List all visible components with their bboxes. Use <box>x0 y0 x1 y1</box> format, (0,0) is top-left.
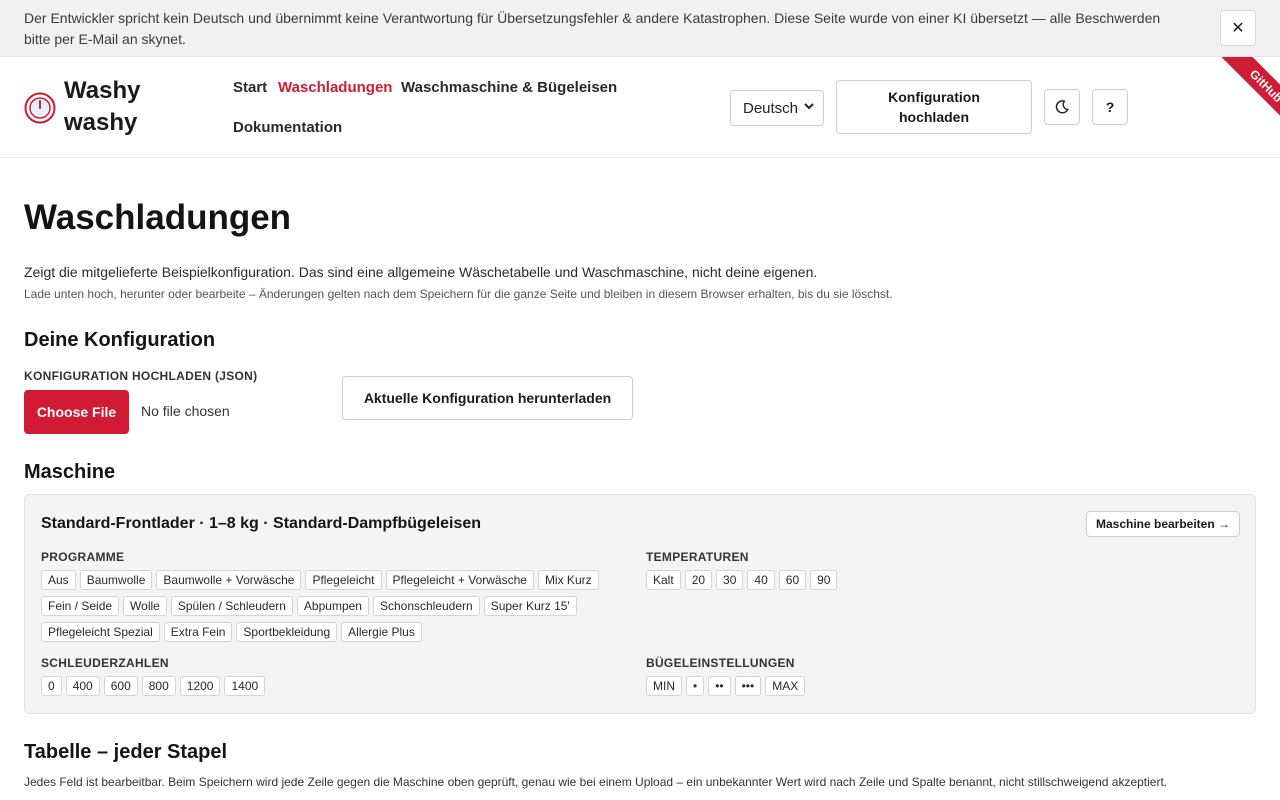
program-chip: Abpumpen <box>296 596 369 616</box>
table-heading: Tabelle – jeder Stapel <box>24 741 228 763</box>
spin-speed-chip: 1400 <box>224 676 266 696</box>
banner-close-button[interactable]: ✕ <box>1220 10 1256 46</box>
program-chip: Schonschleudern <box>372 596 480 616</box>
program-chip: Spülen / Schleudern <box>170 596 293 616</box>
temperature-chip: Kalt <box>646 570 681 590</box>
program-chip: Extra Fein <box>163 622 233 642</box>
program-chip: Pflegeleicht <box>305 570 382 590</box>
close-icon: ✕ <box>1231 20 1245 37</box>
upload-config-line-2: hochladen <box>898 109 969 125</box>
spin-speed-chip: 400 <box>65 676 100 696</box>
spin-speed-chip: 1200 <box>179 676 221 696</box>
spin-speeds-list: 0 400 600 800 1200 1400 <box>41 676 641 696</box>
iron-setting-chip: ••• <box>734 676 762 696</box>
program-chip: Wolle <box>123 596 167 616</box>
temperature-chip: 60 <box>778 570 807 590</box>
iron-settings-label: BÜGELEINSTELLUNGEN <box>646 656 795 670</box>
choose-file-button[interactable]: Choose File <box>24 390 129 434</box>
language-select[interactable]: Deutsch <box>730 90 824 126</box>
language-select-value: Deutsch <box>743 99 799 117</box>
iron-settings-list: MIN • •• ••• MAX <box>646 676 1226 696</box>
nav-waschladungen[interactable]: Waschladungen <box>278 79 392 96</box>
temperature-chip: 90 <box>810 570 838 590</box>
machine-heading: Maschine <box>24 461 116 483</box>
upload-config-line-1: Konfiguration <box>888 89 980 105</box>
nav-start[interactable]: Start <box>233 79 267 96</box>
program-chip: Fein / Seide <box>41 596 120 616</box>
iron-setting-chip: MAX <box>765 676 806 696</box>
nav-dokumentation[interactable]: Dokumentation <box>233 119 342 136</box>
chevron-down-icon <box>803 100 815 115</box>
help-label: ? <box>1105 99 1115 115</box>
temperature-chip: 20 <box>684 570 713 590</box>
spin-speed-chip: 600 <box>103 676 138 696</box>
github-ribbon-label: GitHub <box>1246 66 1280 106</box>
iron-setting-chip: MIN <box>646 676 682 696</box>
logo-line-1: Washy <box>64 77 141 104</box>
program-chip: Super Kurz 15' <box>483 596 577 616</box>
temperatures-list: Kalt 20 30 40 60 90 <box>646 570 1226 590</box>
spin-speed-chip: 0 <box>41 676 62 696</box>
iron-setting-chip: •• <box>708 676 731 696</box>
program-chip: Allergie Plus <box>341 622 422 642</box>
page-intro-small: Lade unten hoch, herunter oder bearbeite… <box>24 287 893 301</box>
temperature-chip: 30 <box>716 570 744 590</box>
translation-banner: Der Entwickler spricht kein Deutsch und … <box>0 0 1280 57</box>
download-config-button[interactable]: Aktuelle Konfiguration herunterladen <box>342 376 633 420</box>
programs-list: Aus Baumwolle Baumwolle + Vorwäsche Pfle… <box>41 570 641 642</box>
dark-mode-toggle[interactable] <box>1044 89 1080 125</box>
spin-speed-chip: 800 <box>141 676 176 696</box>
machine-title: Standard-Frontlader · 1–8 kg · Standard-… <box>41 515 482 532</box>
iron-setting-chip: • <box>686 676 705 696</box>
moon-icon <box>1055 100 1069 114</box>
machine-card: Standard-Frontlader · 1–8 kg · Standard-… <box>24 494 1256 714</box>
nav-maschine[interactable]: Waschmaschine & Bügeleisen <box>401 79 617 96</box>
banner-text: Der Entwickler spricht kein Deutsch und … <box>24 10 1161 47</box>
config-heading: Deine Konfiguration <box>24 329 216 351</box>
program-chip: Baumwolle <box>79 570 153 590</box>
file-status: No file chosen <box>141 403 230 419</box>
edit-machine-button[interactable]: Maschine bearbeiten → <box>1086 511 1240 537</box>
program-chip: Aus <box>41 570 76 590</box>
program-chip: Pflegeleicht Spezial <box>41 622 160 642</box>
programs-label: PROGRAMME <box>41 550 125 564</box>
temperature-chip: 40 <box>747 570 775 590</box>
program-chip: Baumwolle + Vorwäsche <box>156 570 302 590</box>
site-header: Washy washy Start Waschladungen Waschmas… <box>0 57 1280 158</box>
program-chip: Sportbekleidung <box>236 622 338 642</box>
table-description: Jedes Feld ist bearbeitbar. Beim Speiche… <box>24 775 1168 789</box>
logo-line-2: washy <box>64 109 138 136</box>
temperatures-label: TEMPERATUREN <box>646 550 749 564</box>
github-ribbon[interactable]: GitHub <box>1208 57 1280 144</box>
page-intro: Zeigt die mitgelieferte Beispielkonfigur… <box>24 264 818 280</box>
site-logo-text[interactable]: Washy washy <box>64 75 140 139</box>
upload-label: KONFIGURATION HOCHLADEN (JSON) <box>24 369 258 383</box>
spin-speeds-label: SCHLEUDERZAHLEN <box>41 656 169 670</box>
program-chip: Pflegeleicht + Vorwäsche <box>385 570 534 590</box>
program-chip: Mix Kurz <box>537 570 599 590</box>
help-button[interactable]: ? <box>1092 89 1128 125</box>
page-title: Waschladungen <box>24 198 292 237</box>
washing-dial-icon[interactable] <box>24 92 56 124</box>
upload-config-button[interactable]: Konfiguration hochladen <box>836 80 1032 134</box>
